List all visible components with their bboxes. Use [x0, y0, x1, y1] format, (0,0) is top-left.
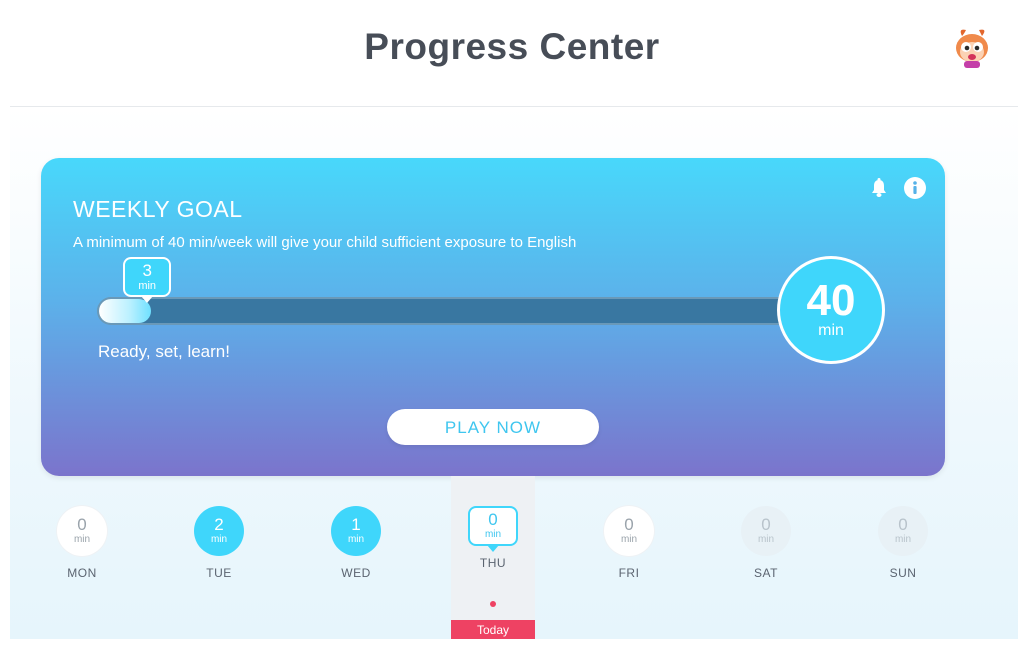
day-label: SAT: [754, 566, 778, 580]
day-minutes-circle: 0 min: [878, 506, 928, 556]
goal-progress-track: [97, 297, 797, 325]
bell-icon: [872, 178, 886, 197]
info-button[interactable]: [903, 176, 927, 200]
day-minutes-unit: min: [210, 534, 228, 545]
cartoon-character-avatar-icon: [956, 29, 988, 68]
day-label: MON: [67, 566, 97, 580]
day-minutes-value: 1: [351, 515, 361, 534]
day-minutes-value: 0: [761, 515, 771, 534]
day-minutes-unit: min: [347, 534, 365, 545]
goal-target-unit: min: [818, 322, 844, 339]
day-fri[interactable]: 0 min FRI: [589, 506, 669, 580]
play-now-button[interactable]: PLAY NOW: [387, 409, 599, 445]
current-minutes-value: 3: [142, 261, 152, 280]
day-mon[interactable]: 0 min MON: [42, 506, 122, 580]
weekly-goal-card: WEEKLY GOAL A minimum of 40 min/week wil…: [41, 158, 945, 476]
goal-status-text: Ready, set, learn!: [98, 342, 230, 361]
page-title: Progress Center: [364, 26, 660, 67]
day-minutes-circle: 0 min: [57, 506, 107, 556]
day-minutes-value: 0: [488, 510, 498, 529]
day-minutes-unit: min: [73, 534, 91, 545]
day-minutes-unit: min: [484, 529, 502, 540]
current-minutes-unit: min: [138, 280, 157, 292]
current-minutes-bubble: 3 min: [123, 257, 172, 303]
day-minutes-circle: 2 min: [194, 506, 244, 556]
day-thu[interactable]: 0 min THU: [453, 506, 533, 570]
day-minutes-circle: 0 min: [604, 506, 654, 556]
day-minutes-value: 2: [214, 515, 224, 534]
day-sun[interactable]: 0 min SUN: [863, 506, 943, 580]
info-icon: [904, 177, 926, 199]
day-minutes-circle: 1 min: [331, 506, 381, 556]
day-label: TUE: [206, 566, 232, 580]
day-label: FRI: [618, 566, 640, 580]
bell-button[interactable]: [867, 176, 891, 200]
day-minutes-unit: min: [620, 534, 638, 545]
bubble-pointer: [141, 296, 154, 303]
day-wed[interactable]: 1 min WED: [316, 506, 396, 580]
day-tue[interactable]: 2 min TUE: [179, 506, 259, 580]
goal-target-circle: 40 min: [777, 256, 885, 364]
today-badge: Today: [451, 620, 535, 639]
day-minutes-circle: 0 min: [741, 506, 791, 556]
goal-title: WEEKLY GOAL: [73, 196, 243, 222]
day-label: SUN: [889, 566, 917, 580]
day-minutes-bubble: 0 min: [468, 506, 518, 552]
day-minutes-unit: min: [757, 534, 775, 545]
goal-subtitle: A minimum of 40 min/week will give your …: [73, 234, 577, 251]
day-minutes-value: 0: [77, 515, 87, 534]
today-indicator-dot: [490, 601, 496, 607]
avatar[interactable]: [950, 26, 994, 68]
day-sat[interactable]: 0 min SAT: [726, 506, 806, 580]
bubble-pointer: [487, 545, 499, 552]
day-label: THU: [479, 556, 507, 570]
day-minutes-value: 0: [898, 515, 908, 534]
day-minutes-value: 0: [624, 515, 634, 534]
goal-target-value: 40: [806, 276, 856, 325]
day-minutes-unit: min: [894, 534, 912, 545]
day-label: WED: [341, 566, 371, 580]
